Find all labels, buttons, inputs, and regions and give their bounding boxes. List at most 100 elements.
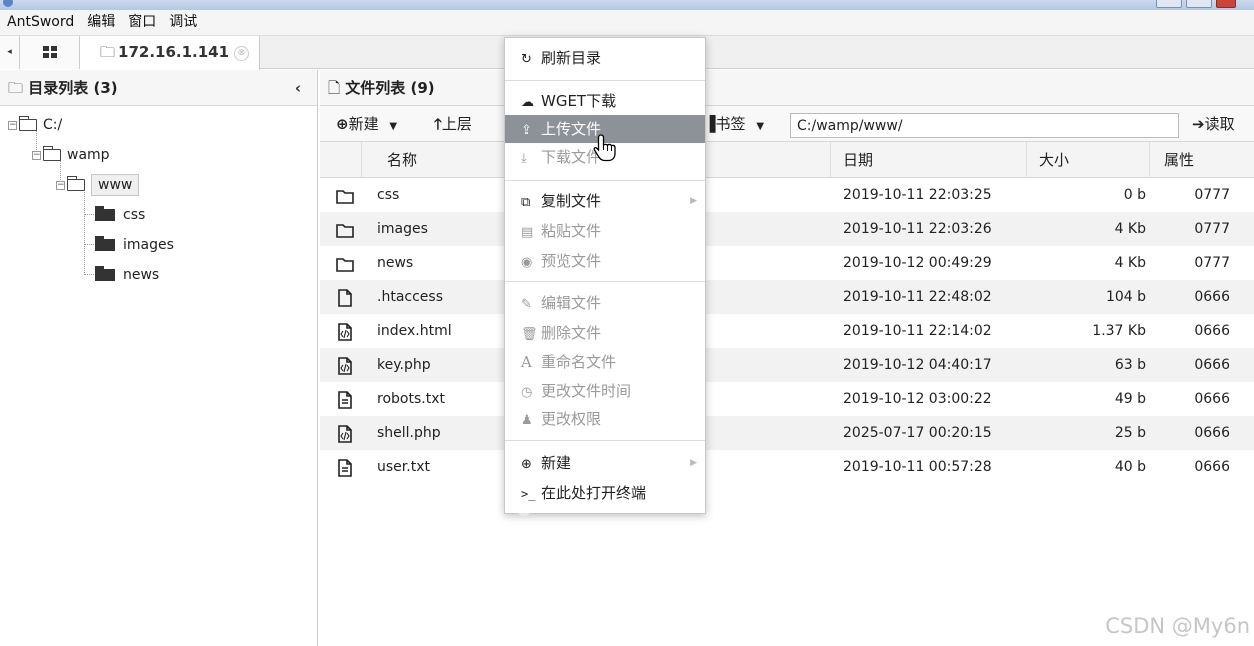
menu-window[interactable]: 窗口 bbox=[121, 10, 162, 36]
table-row[interactable]: key.php 2019-10-12 04:40:17 63 b 0666 bbox=[320, 348, 1254, 382]
maximize-button[interactable] bbox=[1186, 0, 1212, 8]
file-date: 2019-10-11 22:03:26 bbox=[843, 221, 992, 237]
upload-icon: ⇪ bbox=[521, 123, 532, 138]
table-row[interactable]: index.html 2019-10-11 22:14:02 1.37 Kb 0… bbox=[320, 314, 1254, 348]
folder-icon bbox=[95, 206, 115, 221]
tree-node-label: C:/ bbox=[43, 117, 63, 133]
close-window-button[interactable] bbox=[1216, 0, 1236, 8]
refresh-icon: ↻ bbox=[521, 52, 532, 67]
table-row[interactable]: robots.txt 2019-10-12 03:00:22 49 b 0666 bbox=[320, 382, 1254, 416]
tree-node-wamp[interactable]: − wamp bbox=[32, 144, 110, 166]
new-button[interactable]: ⊕新建 ▼ bbox=[336, 106, 397, 142]
tab-grid-icon[interactable] bbox=[20, 36, 80, 69]
table-row[interactable]: news 2019-10-12 00:49:29 4 Kb 0777 bbox=[320, 246, 1254, 280]
tree-node-news[interactable]: news bbox=[95, 264, 159, 286]
column-date[interactable]: 日期 bbox=[831, 142, 1027, 178]
file-date: 2019-10-12 03:00:22 bbox=[843, 391, 992, 407]
tab-host[interactable]: 🗀 172.16.1.141 ⊗ bbox=[80, 36, 260, 70]
text-file-icon bbox=[336, 389, 354, 409]
file-icon: 🗋 bbox=[328, 79, 341, 97]
arrow-up-icon: 🡑 bbox=[434, 115, 442, 133]
file-name: robots.txt bbox=[377, 391, 445, 407]
read-button-label: 读取 bbox=[1204, 115, 1235, 133]
tree-node-images[interactable]: images bbox=[95, 234, 174, 256]
path-input[interactable] bbox=[790, 113, 1179, 138]
table-row[interactable]: user.txt 2019-10-11 00:57:28 40 b 0666 bbox=[320, 450, 1254, 484]
font-icon: A bbox=[521, 353, 532, 371]
code-file-icon bbox=[336, 423, 354, 443]
folder-icon bbox=[95, 236, 115, 251]
tree-node-label: images bbox=[123, 237, 174, 253]
code-file-icon bbox=[336, 355, 354, 375]
menu-item-terminal[interactable]: >_ 在此处打开终端 bbox=[505, 479, 705, 507]
menu-item-preview[interactable]: ◉ 预览文件 bbox=[505, 247, 705, 275]
table-row[interactable]: images 2019-10-11 22:03:26 4 Kb 0777 bbox=[320, 212, 1254, 246]
menu-edit[interactable]: 编辑 bbox=[80, 10, 121, 36]
folder-icon bbox=[336, 185, 354, 205]
menu-divider bbox=[505, 281, 705, 282]
file-size: 0 b bbox=[1123, 187, 1146, 203]
collapse-toggle-icon[interactable]: − bbox=[56, 180, 65, 190]
column-icon bbox=[320, 142, 362, 178]
menu-debug[interactable]: 调试 bbox=[162, 10, 203, 36]
tree-node-css[interactable]: css bbox=[95, 204, 145, 226]
folder-icon bbox=[95, 266, 115, 281]
folder-open-icon bbox=[18, 116, 37, 131]
menubar: AntSword 编辑 窗口 调试 bbox=[0, 10, 1254, 36]
table-row[interactable]: .htaccess 2019-10-11 22:48:02 104 b 0666 bbox=[320, 280, 1254, 314]
caret-down-icon: ▼ bbox=[756, 121, 765, 132]
menu-item-label: 编辑文件 bbox=[541, 294, 602, 312]
menu-item-refresh[interactable]: ↻ 刷新目录 bbox=[505, 44, 705, 72]
file-perm: 0666 bbox=[1194, 357, 1230, 373]
table-row[interactable]: shell.php 2025-07-17 00:20:15 25 b 0666 bbox=[320, 416, 1254, 450]
submenu-arrow-icon: ▶ bbox=[690, 196, 697, 206]
file-name: user.txt bbox=[377, 459, 430, 475]
tree-node-root[interactable]: − C:/ bbox=[8, 114, 62, 136]
table-row[interactable]: css 2019-10-11 22:03:25 0 b 0777 bbox=[320, 178, 1254, 212]
tree-line bbox=[84, 274, 94, 275]
tree-node-label: news bbox=[123, 267, 160, 283]
menu-item-change-time[interactable]: ◷ 更改文件时间 bbox=[505, 377, 705, 405]
menu-item-rename[interactable]: A 重命名文件 bbox=[505, 348, 705, 376]
menu-item-change-perm[interactable]: ♟ 更改权限 bbox=[505, 405, 705, 433]
directory-panel-header: 🗀 目录列表 (3) ‹ bbox=[0, 70, 317, 106]
collapse-toggle-icon[interactable]: − bbox=[8, 120, 17, 130]
directory-panel: 🗀 目录列表 (3) ‹ − C:/ − wamp − www css images … bbox=[0, 70, 318, 646]
menu-item-delete[interactable]: 🗑 删除文件 bbox=[505, 319, 705, 347]
users-icon: ♟ bbox=[521, 413, 533, 428]
menu-item-paste[interactable]: ▤ 粘贴文件 bbox=[505, 217, 705, 245]
edit-icon: ✎ bbox=[521, 297, 532, 312]
window-titlebar bbox=[0, 0, 1254, 10]
tab-close-icon[interactable]: ⊗ bbox=[234, 46, 249, 61]
directory-panel-title: 目录列表 (3) bbox=[28, 79, 118, 97]
new-button-label: 新建 bbox=[348, 115, 379, 133]
menu-antsword[interactable]: AntSword bbox=[0, 10, 80, 36]
menu-item-new[interactable]: ⊕ 新建 ▶ bbox=[505, 449, 705, 477]
file-name: .htaccess bbox=[377, 289, 443, 305]
collapse-icon[interactable]: ‹ bbox=[295, 70, 301, 106]
up-button[interactable]: 🡑上层 bbox=[434, 106, 472, 142]
minimize-button[interactable] bbox=[1156, 0, 1182, 8]
menu-item-label: 在此处打开终端 bbox=[541, 484, 647, 502]
download-icon: ⤓ bbox=[521, 151, 527, 166]
column-perm[interactable]: 属性 bbox=[1150, 142, 1254, 178]
context-menu: ↻ 刷新目录 ☁ WGET下载 ⇪ 上传文件 ⤓ 下载文件 ⧉ 复制文件 ▶ ▤ 粘贴文件 … bbox=[504, 37, 706, 514]
bookmark-button[interactable]: ▐书签 ▼ bbox=[704, 106, 764, 142]
tree-node-www[interactable]: − www bbox=[56, 174, 140, 196]
file-size: 4 Kb bbox=[1114, 255, 1146, 271]
menu-item-wget[interactable]: ☁ WGET下载 bbox=[505, 87, 705, 115]
menu-item-edit[interactable]: ✎ 编辑文件 bbox=[505, 289, 705, 317]
tree-line bbox=[84, 214, 94, 215]
bookmark-button-label: 书签 bbox=[715, 115, 746, 133]
collapse-toggle-icon[interactable]: − bbox=[32, 150, 41, 160]
read-button[interactable]: ➔读取 bbox=[1192, 106, 1235, 142]
tab-scroll-left-icon[interactable]: ◂ bbox=[0, 36, 20, 69]
menu-item-copy[interactable]: ⧉ 复制文件 ▶ bbox=[505, 187, 705, 215]
up-button-label: 上层 bbox=[441, 115, 472, 133]
folder-open-icon bbox=[66, 176, 85, 191]
trash-icon: 🗑 bbox=[521, 327, 538, 342]
column-size[interactable]: 大小 bbox=[1027, 142, 1150, 178]
menu-item-label: 下载文件 bbox=[541, 148, 602, 166]
terminal-icon: >_ bbox=[521, 487, 536, 501]
file-name: shell.php bbox=[377, 425, 441, 441]
